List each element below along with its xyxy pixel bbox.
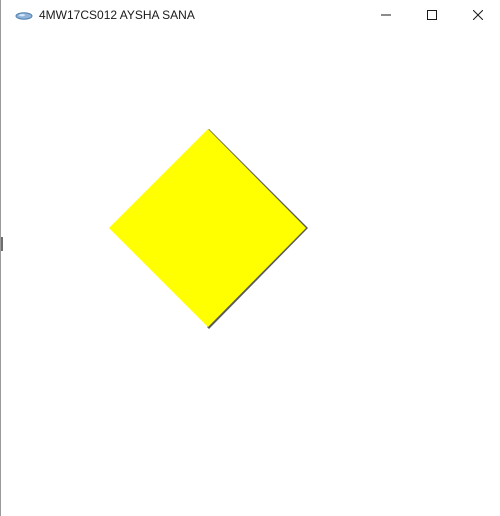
drawing-canvas bbox=[1, 32, 500, 516]
maximize-button[interactable] bbox=[409, 0, 455, 32]
yellow-diamond bbox=[109, 129, 306, 327]
minimize-button[interactable] bbox=[363, 0, 409, 32]
close-icon bbox=[472, 7, 484, 25]
canvas-svg bbox=[109, 129, 308, 329]
window-resize-edge[interactable] bbox=[1, 237, 3, 251]
close-button[interactable] bbox=[455, 0, 500, 32]
maximize-icon bbox=[427, 7, 437, 25]
app-icon bbox=[15, 9, 33, 21]
title-bar[interactable]: 4MW17CS012 AYSHA SANA bbox=[1, 0, 500, 32]
window-title: 4MW17CS012 AYSHA SANA bbox=[39, 8, 195, 22]
minimize-icon bbox=[381, 7, 391, 25]
app-window: 4MW17CS012 AYSHA SANA bbox=[0, 0, 500, 516]
